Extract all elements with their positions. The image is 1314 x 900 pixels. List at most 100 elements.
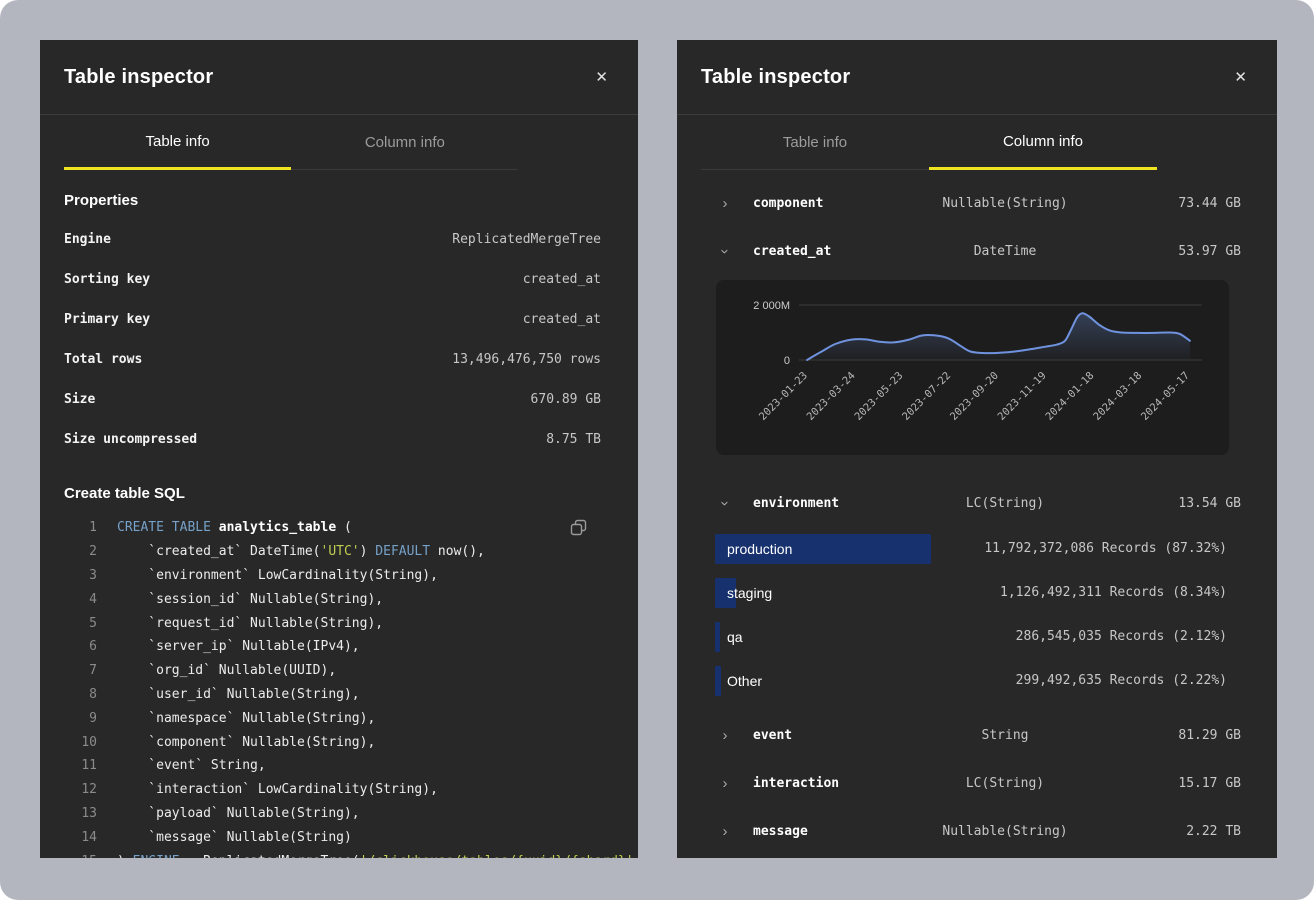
- sql-line-number: 11: [40, 758, 97, 773]
- sql-line-number: 5: [40, 616, 97, 631]
- x-axis-tick-label: 2023-05-23: [852, 370, 905, 423]
- sql-code-block: 1 CREATE TABLE analytics_table ( 2 `create…: [40, 516, 638, 858]
- table-inspector-dialog-table-info: Table inspector ✕ Table info Column info…: [40, 40, 638, 858]
- column-row-message[interactable]: ›messageNullable(String)2.22 TB: [677, 807, 1277, 855]
- column-size: 15.17 GB: [1145, 776, 1241, 791]
- breakdown-row-other: Other299,492,635 Records (2.22%): [715, 659, 1227, 703]
- sql-line-number: 6: [40, 639, 97, 654]
- sql-line: 10 `component` Nullable(String),: [40, 730, 638, 754]
- chevron-right-icon[interactable]: ›: [717, 196, 733, 211]
- column-type: LC(String): [865, 496, 1145, 511]
- sql-line-code: `namespace` Nullable(String),: [117, 711, 375, 726]
- column-row-environment[interactable]: ›environmentLC(String)13.54 GB: [677, 479, 1277, 527]
- property-label: Primary key: [64, 312, 150, 327]
- copy-icon[interactable]: [567, 518, 589, 540]
- dialog-header: Table inspector ✕: [40, 40, 638, 115]
- sql-line-code: `payload` Nullable(String),: [117, 806, 360, 821]
- column-list: ›componentNullable(String)73.44 GB›creat…: [677, 170, 1277, 855]
- properties-heading: Properties: [40, 192, 638, 209]
- chevron-down-icon[interactable]: ›: [718, 495, 733, 511]
- sql-line-code: `session_id` Nullable(String),: [117, 592, 383, 607]
- sql-line-number: 9: [40, 711, 97, 726]
- breakdown-row-staging: staging1,126,492,311 Records (8.34%): [715, 571, 1227, 615]
- sql-line: 3 `environment` LowCardinality(String),: [40, 564, 638, 588]
- breakdown-bar: [715, 622, 720, 652]
- sql-line-code: `message` Nullable(String): [117, 830, 352, 845]
- sql-line: 15) ENGINE = ReplicatedMergeTree('/click…: [40, 849, 638, 858]
- chevron-right-icon[interactable]: ›: [717, 776, 733, 791]
- tab-table-info[interactable]: Table info: [701, 115, 929, 170]
- x-axis-tick-label: 2023-07-22: [900, 370, 953, 423]
- sql-line: 2 `created_at` DateTime('UTC') DEFAULT n…: [40, 540, 638, 564]
- sql-line: 11 `event` String,: [40, 754, 638, 778]
- property-value: created_at: [523, 312, 601, 327]
- sql-code-lines: 1 CREATE TABLE analytics_table ( 2 `create…: [40, 516, 638, 858]
- close-icon[interactable]: ✕: [591, 68, 612, 87]
- column-name: interaction: [753, 776, 865, 791]
- sql-line-code: CREATE TABLE analytics_table (: [117, 520, 352, 535]
- tab-table-info[interactable]: Table info: [64, 115, 291, 170]
- dialog-header: Table inspector ✕: [677, 40, 1277, 115]
- breakdown-label: production: [727, 527, 792, 571]
- breakdown-label: qa: [727, 615, 743, 659]
- tab-bar: Table info Column info: [64, 115, 518, 170]
- column-size: 81.29 GB: [1145, 728, 1241, 743]
- tab-column-info[interactable]: Column info: [929, 115, 1157, 170]
- sql-line-code: `interaction` LowCardinality(String),: [117, 782, 438, 797]
- chevron-right-icon[interactable]: ›: [717, 824, 733, 839]
- sql-line-number: 14: [40, 830, 97, 845]
- y-axis-tick-label: 0: [784, 355, 790, 367]
- sql-line-code: `event` String,: [117, 758, 266, 773]
- property-row: Total rows13,496,476,750 rows: [40, 339, 638, 379]
- property-row: Size670.89 GB: [40, 379, 638, 419]
- column-type: DateTime: [865, 244, 1145, 259]
- x-axis-tick-label: 2023-03-24: [805, 370, 858, 423]
- x-axis-tick-label: 2023-09-20: [948, 370, 1001, 423]
- property-row: Primary key created_at: [40, 299, 638, 339]
- column-size: 13.54 GB: [1145, 496, 1241, 511]
- sql-line-number: 15: [40, 854, 97, 858]
- spacer: [677, 703, 1277, 711]
- y-axis-tick-label: 2 000M: [753, 300, 790, 312]
- column-row-component[interactable]: › componentNullable(String)73.44 GB: [677, 179, 1277, 227]
- sql-line: 9 `namespace` Nullable(String),: [40, 706, 638, 730]
- close-icon[interactable]: ✕: [1230, 68, 1251, 87]
- breakdown-records: 11,792,372,086 Records (87.32%): [984, 527, 1227, 571]
- create-table-sql-heading: Create table SQL: [40, 485, 638, 502]
- sql-line-number: 10: [40, 735, 97, 750]
- table-inspector-dialog-column-info: Table inspector ✕ Table info Column info…: [677, 40, 1277, 858]
- breakdown-records: 299,492,635 Records (2.22%): [1016, 659, 1227, 703]
- sql-line-number: 1: [40, 520, 97, 535]
- tab-bar: Table info Column info: [701, 115, 1157, 170]
- tab-column-info[interactable]: Column info: [291, 115, 518, 170]
- property-label: Size: [64, 392, 95, 407]
- column-row-created_at[interactable]: ›created_atDateTime53.97 GB: [677, 227, 1277, 275]
- column-row-interaction[interactable]: ›interactionLC(String)15.17 GB: [677, 759, 1277, 807]
- x-axis-tick-label: 2024-05-17: [1139, 370, 1192, 423]
- chevron-down-icon[interactable]: ›: [718, 243, 733, 259]
- property-row: EngineReplicatedMergeTree: [40, 219, 638, 259]
- chevron-right-icon[interactable]: ›: [717, 728, 733, 743]
- property-value: 8.75 TB: [546, 432, 601, 447]
- column-size: 73.44 GB: [1145, 196, 1241, 211]
- created-at-distribution-chart: 2 000M02023-01-232023-03-242023-05-23202…: [716, 280, 1229, 455]
- x-axis-tick-label: 2023-01-23: [757, 370, 810, 423]
- property-value: ReplicatedMergeTree: [452, 232, 601, 247]
- breakdown-records: 286,545,035 Records (2.12%): [1016, 615, 1227, 659]
- dialog-title: Table inspector: [701, 66, 850, 89]
- column-type: Nullable(String): [865, 824, 1145, 839]
- sql-line-number: 4: [40, 592, 97, 607]
- sql-line-code: `created_at` DateTime('UTC') DEFAULT now…: [117, 544, 485, 559]
- column-type: Nullable(String): [865, 196, 1145, 211]
- breakdown-records: 1,126,492,311 Records (8.34%): [1000, 571, 1227, 615]
- sql-line: 6 `server_ip` Nullable(IPv4),: [40, 635, 638, 659]
- x-axis-tick-label: 2023-11-19: [996, 370, 1049, 423]
- sql-line: 14 `message` Nullable(String): [40, 825, 638, 849]
- column-name: component: [753, 196, 865, 211]
- column-type: String: [865, 728, 1145, 743]
- column-distribution-chart-block: 2 000M02023-01-232023-03-242023-05-23202…: [716, 280, 1229, 455]
- column-row-event[interactable]: ›eventString81.29 GB: [677, 711, 1277, 759]
- property-value: created_at: [523, 272, 601, 287]
- sql-line: 8 `user_id` Nullable(String),: [40, 683, 638, 707]
- properties-list: EngineReplicatedMergeTreeSorting keycrea…: [40, 219, 638, 459]
